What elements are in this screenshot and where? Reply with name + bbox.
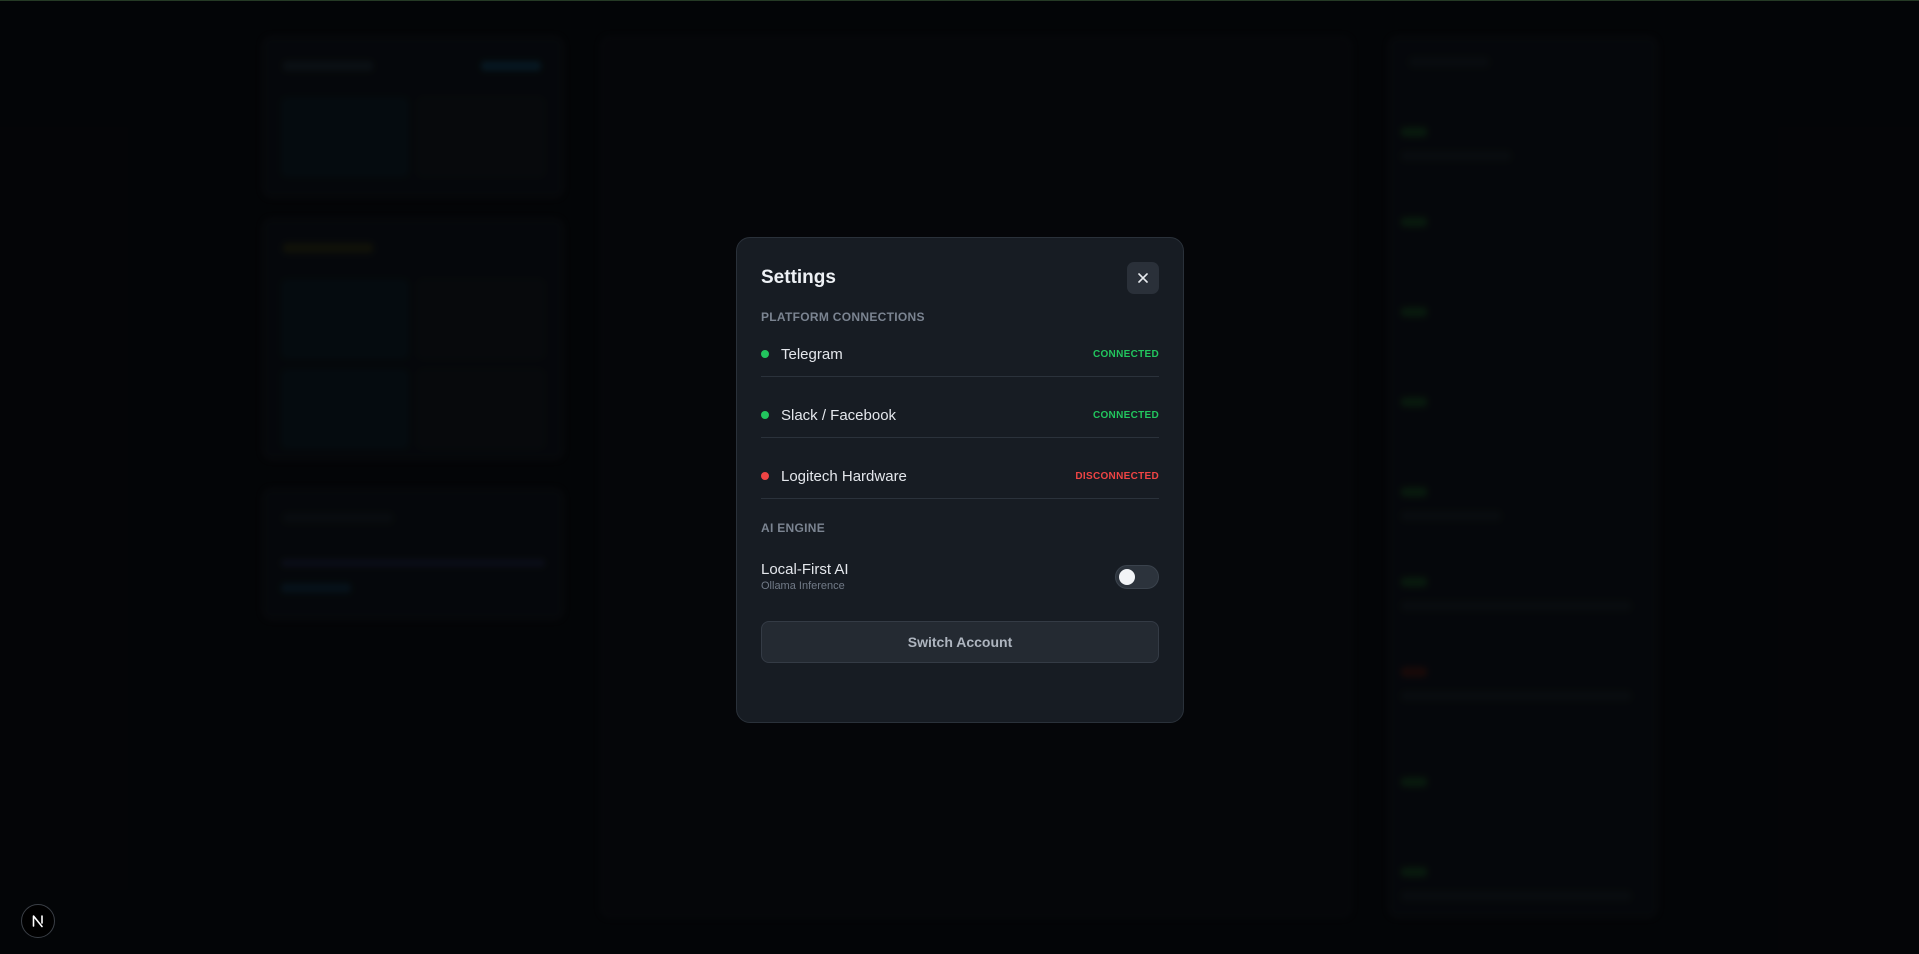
switch-account-button[interactable]: Switch Account [761, 621, 1159, 663]
status-dot [761, 411, 769, 419]
status-dot [761, 350, 769, 358]
connection-name: Logitech Hardware [781, 467, 907, 485]
connection-name: Slack / Facebook [781, 406, 897, 424]
nextjs-dev-badge[interactable] [21, 904, 55, 938]
connection-row-logitech: Logitech Hardware DISCONNECTED [761, 454, 1159, 499]
connection-list: Telegram CONNECTED Slack / Facebook CONN… [761, 332, 1159, 499]
status-dot [761, 472, 769, 480]
ai-setting-subtitle: Ollama Inference [761, 580, 845, 592]
close-icon [1138, 273, 1148, 283]
ai-section-label: AI ENGINE [761, 521, 826, 535]
status-badge: DISCONNECTED [1075, 470, 1159, 482]
status-badge: CONNECTED [1092, 409, 1159, 421]
app-page: Settings PLATFORM CONNECTIONS Telegram C… [0, 0, 1919, 954]
ai-setting-name: Local-First AI [761, 561, 849, 578]
settings-modal: Settings PLATFORM CONNECTIONS Telegram C… [736, 237, 1184, 723]
platform-section-label: PLATFORM CONNECTIONS [761, 310, 925, 324]
status-badge: CONNECTED [1092, 348, 1159, 360]
close-button[interactable] [1127, 262, 1159, 294]
modal-title: Settings [761, 267, 836, 288]
ai-setting-row: Local-First AI Ollama Inference [761, 561, 1159, 592]
toggle-knob [1119, 568, 1135, 585]
connection-row-slack-facebook: Slack / Facebook CONNECTED [761, 393, 1159, 438]
ai-setting-text: Local-First AI Ollama Inference [761, 561, 849, 592]
connection-name: Telegram [781, 345, 843, 363]
local-ai-toggle[interactable] [1115, 564, 1159, 589]
modal-header: Settings [761, 262, 1159, 294]
nextjs-icon [32, 915, 43, 928]
connection-row-telegram: Telegram CONNECTED [761, 332, 1159, 377]
